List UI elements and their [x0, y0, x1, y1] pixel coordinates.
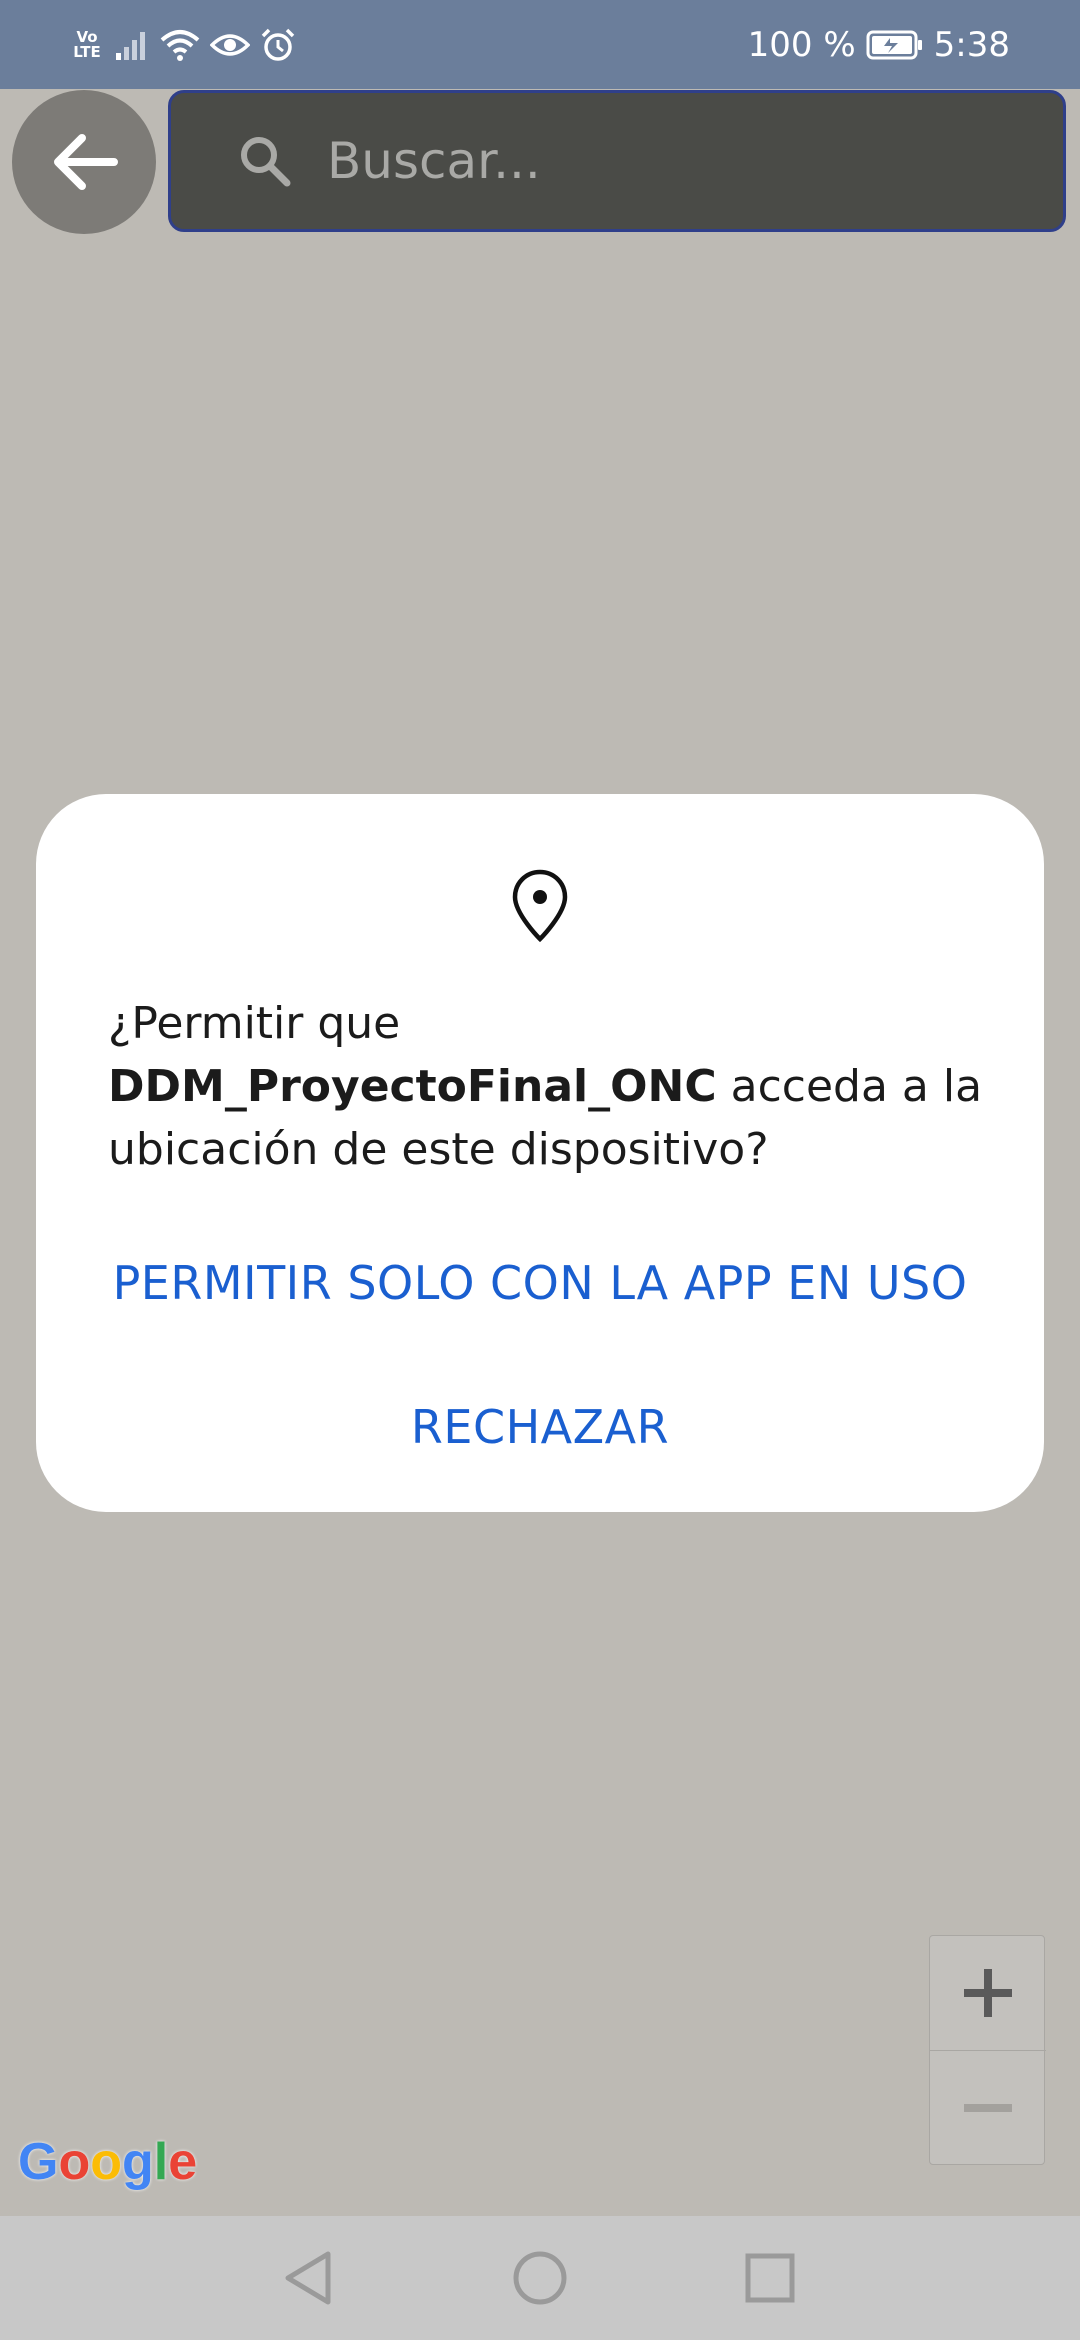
battery-charging-icon [866, 30, 924, 60]
back-triangle-icon [285, 2251, 331, 2305]
status-icons-right: 100 % 5:38 [748, 18, 1010, 72]
battery-percent: 100 % [747, 25, 856, 65]
nav-recents-button[interactable] [738, 2246, 802, 2310]
volte-bottom-label: LTE [73, 43, 101, 61]
zoom-in-button[interactable] [930, 1936, 1046, 2051]
volte-indicator: Vo LTE [70, 30, 104, 60]
dialog-prompt-prefix: ¿Permitir que [108, 998, 401, 1049]
dialog-message: ¿Permitir que DDM_ProyectoFinal_ONC acce… [108, 992, 988, 1181]
signal-icon [116, 32, 145, 60]
plus-icon [964, 1969, 1012, 2017]
arrow-left-icon [54, 134, 118, 190]
zoom-out-button[interactable] [930, 2051, 1046, 2165]
google-logo: Google [18, 2133, 198, 2191]
recents-square-icon [745, 2253, 795, 2303]
allow-while-using-button[interactable]: PERMITIR SOLO CON LA APP EN USO [36, 1256, 1044, 1310]
location-pin-icon [512, 869, 568, 943]
eye-icon [210, 34, 250, 56]
alarm-icon [261, 28, 295, 61]
status-bar: Vo LTE 100 % 5:38 [0, 0, 1080, 89]
clock: 5:38 [933, 25, 1010, 65]
dialog-app-name: DDM_ProyectoFinal_ONC [108, 1061, 717, 1112]
minus-icon [964, 2104, 1012, 2112]
status-icons-left: Vo LTE [70, 22, 296, 68]
search-bar[interactable] [168, 90, 1066, 232]
nav-back-button[interactable] [276, 2246, 340, 2310]
home-circle-icon [513, 2251, 567, 2305]
search-icon [235, 131, 295, 191]
zoom-controls [929, 1935, 1046, 2165]
system-nav-bar [0, 2216, 1080, 2340]
search-input[interactable] [325, 131, 969, 191]
back-button[interactable] [12, 90, 156, 234]
location-permission-dialog: ¿Permitir que DDM_ProyectoFinal_ONC acce… [36, 794, 1044, 1512]
wifi-icon [160, 30, 200, 61]
nav-home-button[interactable] [508, 2246, 572, 2310]
deny-button[interactable]: RECHAZAR [36, 1400, 1044, 1454]
